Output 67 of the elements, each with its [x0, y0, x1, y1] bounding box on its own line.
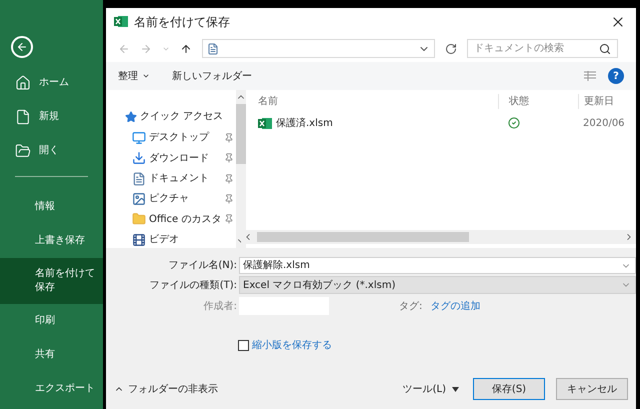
- sidebar-item[interactable]: 印刷: [0, 304, 103, 338]
- excel-icon: [114, 15, 128, 28]
- sidebar-item[interactable]: エクスポート: [0, 372, 103, 406]
- caret-icon: [452, 386, 459, 392]
- file-name-label: ファイル名(N):: [167, 259, 238, 273]
- file-name-field[interactable]: 保護解除.xlsm: [243, 258, 621, 273]
- back-icon[interactable]: [118, 42, 130, 54]
- organize-button[interactable]: 整理: [118, 68, 150, 84]
- hide-folders-button[interactable]: フォルダーの非表示: [114, 382, 218, 396]
- file-name-cell[interactable]: 保護済.xlsm: [241, 116, 498, 130]
- column-header[interactable]: 更新日: [578, 94, 636, 109]
- dialog-title: 名前を付けて保存: [134, 14, 230, 30]
- horizontal-scrollbar[interactable]: [241, 230, 636, 244]
- sidebar-item[interactable]: 上書き保存: [0, 224, 103, 258]
- excel-file-icon: [258, 116, 272, 130]
- tags-label: タグ:: [399, 300, 422, 314]
- vertical-scrollbar[interactable]: [236, 90, 246, 248]
- address-bar[interactable]: [202, 39, 435, 58]
- nav-item[interactable]: ピクチャ: [126, 190, 236, 208]
- nav-item[interactable]: Office のカスタ: [126, 211, 236, 228]
- tools-button[interactable]: ツール(L): [402, 382, 459, 396]
- add-tag-link[interactable]: タグの追加: [430, 298, 480, 314]
- search-box[interactable]: ドキュメントの検索: [467, 39, 618, 58]
- sidebar-item[interactable]: 共有: [0, 338, 103, 372]
- thumbnail-checkbox[interactable]: [238, 340, 249, 350]
- up-icon[interactable]: [180, 42, 192, 54]
- author-label: 作成者:: [202, 300, 238, 314]
- sidebar-item[interactable]: ホーム: [0, 66, 103, 100]
- cancel-button[interactable]: キャンセル: [556, 378, 628, 400]
- modified-cell-text: 2020/06: [582, 116, 625, 130]
- back-button[interactable]: [11, 36, 33, 58]
- nav-item[interactable]: ダウンロード: [126, 150, 236, 166]
- file-type-dropdown[interactable]: Excel マクロ有効ブック (*.xlsm): [239, 276, 636, 294]
- nav-item[interactable]: デスクトップ: [126, 129, 236, 146]
- folder-icon: [15, 143, 31, 159]
- file-type-label: ファイルの種類(T):: [148, 278, 238, 292]
- star-icon: [125, 110, 137, 123]
- column-header[interactable]: 名前: [241, 94, 498, 109]
- back-icon: [16, 41, 28, 53]
- refresh-icon[interactable]: [445, 42, 457, 54]
- sidebar-item[interactable]: 新規: [0, 100, 103, 134]
- view-icon[interactable]: [584, 71, 596, 81]
- quick-access-item[interactable]: クイック アクセス: [125, 108, 236, 126]
- thumbnail-label[interactable]: 縮小版を保存する: [252, 338, 332, 352]
- document-icon: [207, 42, 219, 54]
- picture-icon: [132, 192, 146, 206]
- forward-icon[interactable]: [140, 42, 152, 54]
- search-icon: [599, 42, 611, 54]
- document-icon: [15, 109, 31, 125]
- column-header[interactable]: 状態: [498, 94, 578, 109]
- monitor-icon: [132, 130, 146, 145]
- sidebar-item[interactable]: 情報: [0, 190, 103, 224]
- sidebar-item[interactable]: 名前を付けて保存: [0, 258, 103, 304]
- new-folder-button[interactable]: 新しいフォルダー: [172, 68, 252, 84]
- search-field[interactable]: ドキュメントの検索: [474, 41, 599, 56]
- nav-item[interactable]: ビデオ: [126, 232, 236, 248]
- film-icon: [132, 232, 146, 247]
- document-icon: [132, 172, 146, 186]
- file-name-combobox[interactable]: 保護解除.xlsm: [239, 257, 636, 274]
- download-icon: [132, 151, 146, 166]
- nav-item[interactable]: ドキュメント: [126, 170, 236, 187]
- save-button[interactable]: 保存(S): [473, 378, 545, 400]
- home-icon: [15, 75, 31, 91]
- help-icon[interactable]: ?: [608, 68, 624, 84]
- sidebar-item[interactable]: 開く: [0, 134, 103, 168]
- caret-icon: [142, 72, 150, 80]
- folder-icon: [132, 212, 146, 226]
